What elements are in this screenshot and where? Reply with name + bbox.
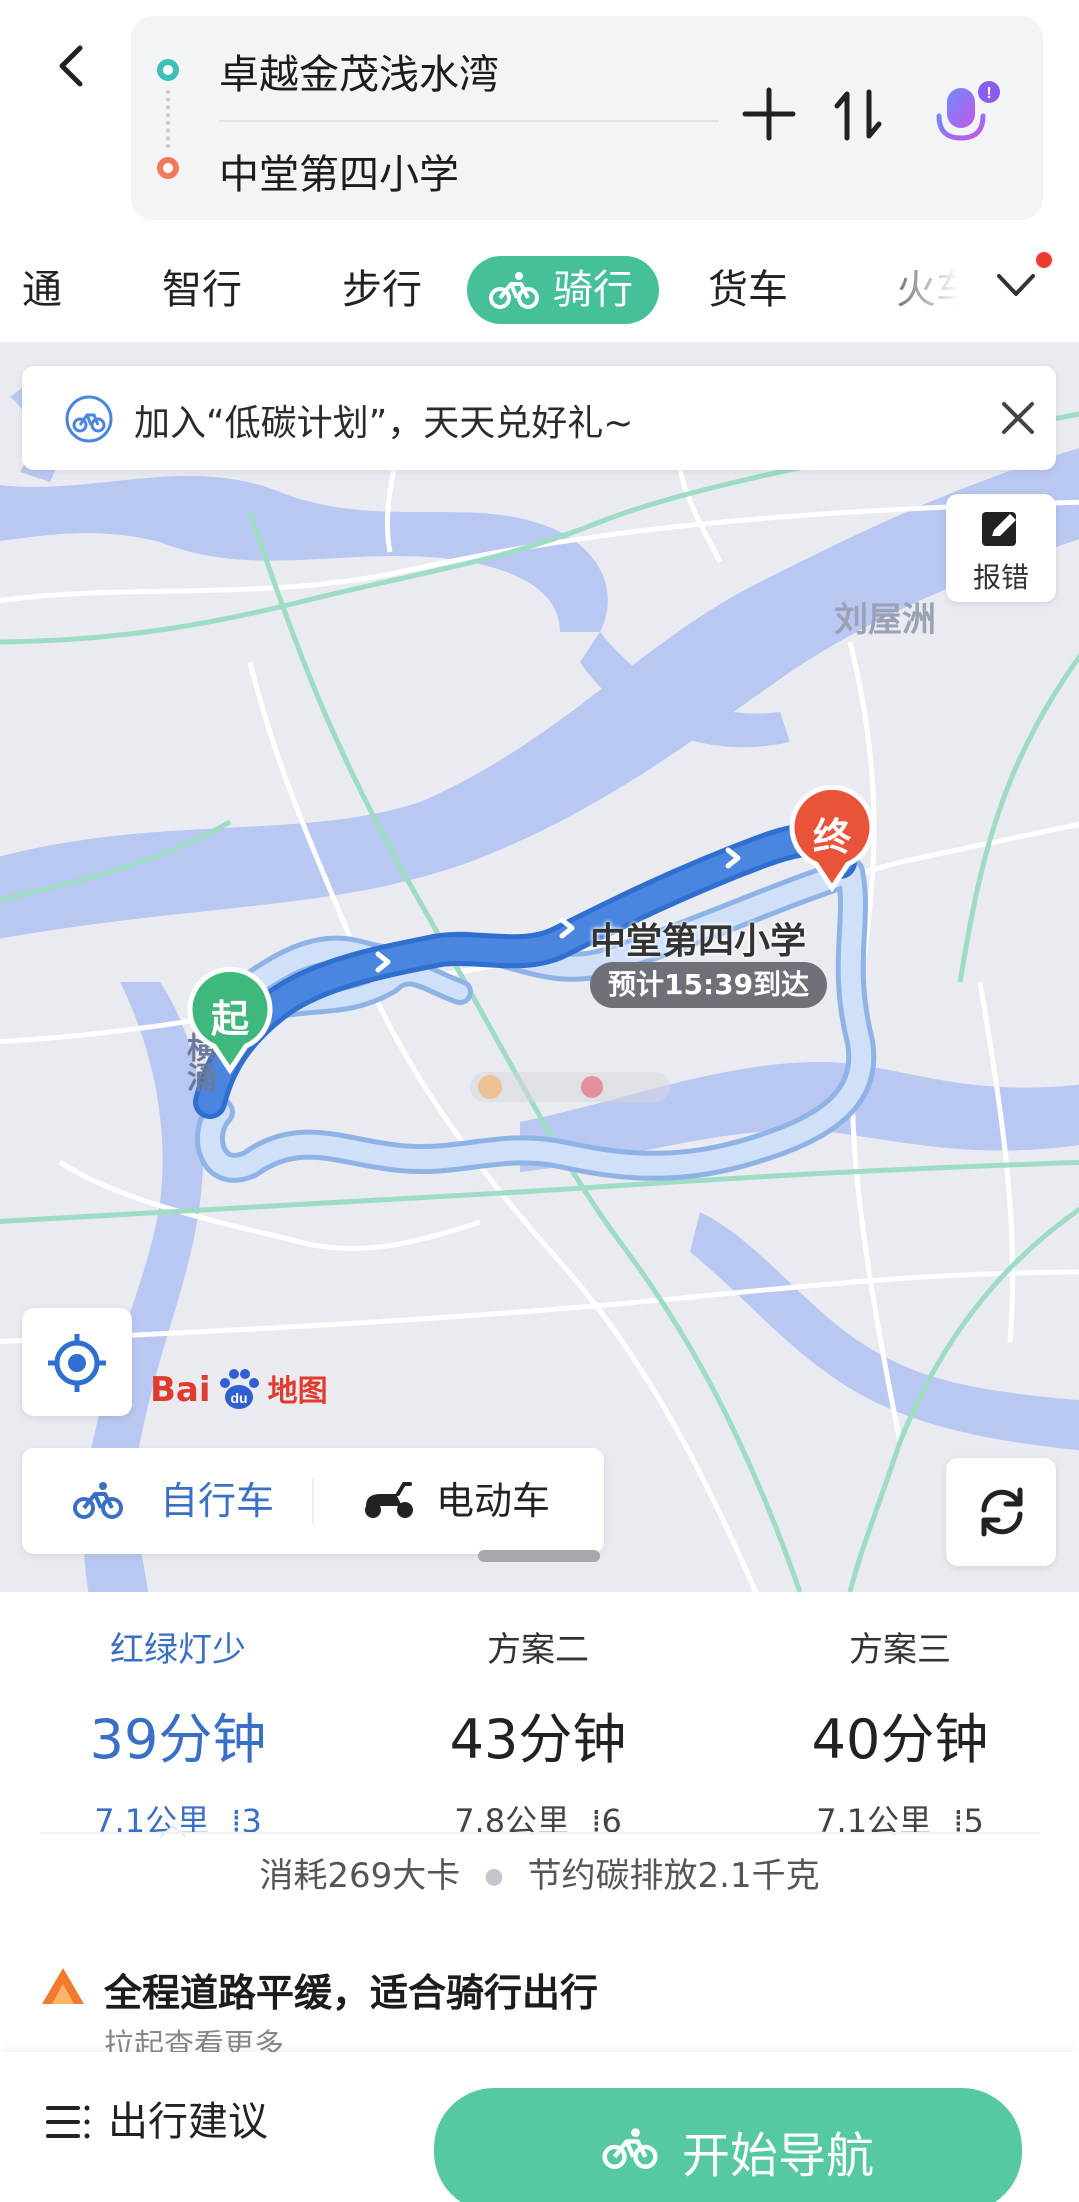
- baidu-paw-icon: du: [220, 1369, 260, 1409]
- bottom-action-bar: 出行建议 开始导航: [0, 2052, 1079, 2202]
- start-navigation-button[interactable]: 开始导航: [434, 2088, 1022, 2202]
- field-divider: [219, 120, 719, 122]
- voice-assistant-icon[interactable]: !: [931, 80, 1001, 156]
- calories-text: 消耗269大卡: [259, 1856, 461, 1896]
- plan-light-count: 5: [963, 1802, 984, 1840]
- report-error-label: 报错: [972, 561, 1029, 594]
- sheet-drag-handle[interactable]: [478, 1550, 600, 1562]
- ride-stats: 消耗269大卡 ● 节约碳排放2.1千克: [0, 1848, 1079, 1897]
- plan-meta: 7.1公里 ⁞5: [720, 1796, 1079, 1842]
- plan-option-3[interactable]: 方案三 40分钟 7.1公里 ⁞5: [720, 1622, 1079, 1842]
- sheet-divider: [40, 1832, 1040, 1834]
- place-label-liuwuzhou: 刘屋洲: [834, 600, 936, 640]
- route-input-card: 卓越金茂浅水湾 中堂第四小学 !: [131, 16, 1043, 220]
- plan-title: 红绿灯少: [110, 1630, 246, 1670]
- banner-text: 加入“低碳计划”，天天兑好礼~: [134, 403, 634, 444]
- ebike-label: 电动车: [436, 1479, 551, 1523]
- traffic-light-icon: ⁞: [231, 1802, 242, 1840]
- start-pin[interactable]: 起: [184, 966, 276, 1076]
- route-connector: [166, 90, 170, 148]
- back-arrow-icon[interactable]: [46, 40, 98, 92]
- bicycle-icon: [73, 1482, 123, 1519]
- plan-distance: 7.1公里: [94, 1802, 210, 1840]
- route-header: 卓越金茂浅水湾 中堂第四小学 !: [0, 0, 1079, 230]
- destination-field[interactable]: 中堂第四小学: [219, 142, 459, 200]
- dot-separator: ●: [484, 1864, 504, 1889]
- plan-duration: 39分钟: [89, 1708, 267, 1771]
- end-pin[interactable]: 终: [786, 784, 878, 894]
- report-error-button[interactable]: 报错: [946, 494, 1056, 602]
- locate-me-button[interactable]: [22, 1308, 132, 1416]
- origin-field[interactable]: 卓越金茂浅水湾: [219, 42, 499, 100]
- travel-advice-label: 出行建议: [108, 2099, 268, 2145]
- list-icon: [46, 2105, 90, 2139]
- slope-icon: [42, 1968, 84, 2004]
- route-tip-subtitle[interactable]: 拉起查看更多: [104, 2020, 284, 2054]
- scooter-icon: [365, 1482, 413, 1518]
- travel-mode-tabs: 通 智行 步行 骑行 货车 火车: [0, 240, 1079, 340]
- tab-transit[interactable]: 通: [22, 256, 62, 324]
- destination-map-label: 中堂第四小学: [590, 921, 807, 962]
- plan-distance: 7.1公里: [816, 1802, 932, 1840]
- plan-title: 方案二: [487, 1630, 589, 1670]
- route-tip-title: 全程道路平缓，适合骑行出行: [104, 1971, 599, 2015]
- end-pin-label: 终: [812, 815, 851, 859]
- chevron-down-icon[interactable]: [993, 262, 1039, 308]
- baidu-map-logo: Bai du 地图: [150, 1366, 328, 1416]
- bicycle-icon: [489, 272, 539, 309]
- notification-dot: [1036, 252, 1052, 268]
- bicycle-option[interactable]: 自行车: [72, 1476, 274, 1526]
- bicycle-label: 自行车: [160, 1479, 275, 1523]
- plan-duration: 43分钟: [449, 1708, 627, 1771]
- plan-option-1[interactable]: 红绿灯少 39分钟 7.1公里 ⁞3: [0, 1622, 358, 1842]
- plan-duration: 40分钟: [811, 1708, 989, 1771]
- travel-advice-button[interactable]: 出行建议: [44, 2092, 268, 2152]
- plan-light-count: 6: [601, 1802, 622, 1840]
- traffic-light-icon: ⁞: [591, 1802, 602, 1840]
- selected-caret-icon: [160, 1824, 186, 1838]
- svg-text:!: !: [986, 85, 991, 102]
- plan-light-count: 3: [241, 1802, 262, 1840]
- refresh-icon: [981, 1487, 1023, 1537]
- plan-option-2[interactable]: 方案二 43分钟 7.8公里 ⁞6: [358, 1622, 718, 1842]
- bicycle-icon: [602, 2128, 658, 2169]
- close-icon[interactable]: [1000, 400, 1036, 436]
- low-carbon-bike-icon: [65, 395, 113, 443]
- carbon-text: 节约碳排放2.1千克: [527, 1856, 820, 1896]
- tab-truck[interactable]: 货车: [708, 256, 788, 324]
- eta-badge: 预计15:39到达: [590, 962, 828, 1008]
- svg-text:du: du: [231, 1390, 248, 1406]
- destination-dot-icon: [157, 157, 179, 179]
- plan-distance: 7.8公里: [454, 1802, 570, 1840]
- vehicle-divider: [312, 1478, 314, 1524]
- tab-cycling-label: 骑行: [553, 267, 633, 313]
- locate-icon: [48, 1334, 106, 1392]
- plan-title: 方案三: [849, 1630, 951, 1670]
- low-carbon-banner[interactable]: 加入“低碳计划”，天天兑好礼~: [22, 366, 1056, 470]
- refresh-route-button[interactable]: [946, 1458, 1056, 1566]
- ebike-option[interactable]: 电动车: [362, 1476, 550, 1526]
- start-navigation-label: 开始导航: [682, 2128, 875, 2184]
- start-pin-label: 起: [210, 997, 249, 1041]
- tab-smart[interactable]: 智行: [162, 256, 242, 324]
- edit-icon: [982, 512, 1016, 546]
- swap-route-icon[interactable]: [831, 88, 885, 142]
- origin-dot-icon: [157, 59, 179, 81]
- traffic-light-icon: ⁞: [953, 1802, 964, 1840]
- vehicle-type-selector: 自行车 电动车: [22, 1448, 604, 1554]
- add-waypoint-icon[interactable]: [741, 86, 797, 142]
- tab-cycling[interactable]: 骑行: [467, 256, 659, 324]
- tab-walk[interactable]: 步行: [342, 256, 422, 324]
- plan-meta: 7.8公里 ⁞6: [358, 1796, 718, 1842]
